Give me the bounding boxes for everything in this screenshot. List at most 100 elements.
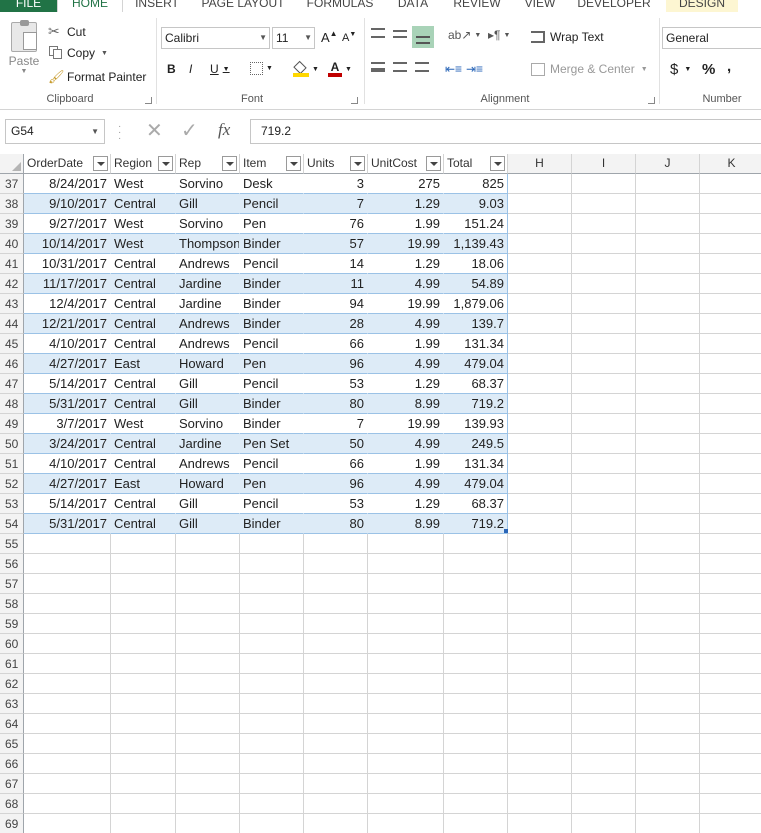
table-cell[interactable]: Central [111, 374, 176, 394]
table-cell[interactable]: Sorvino [176, 174, 240, 194]
alignment-launcher-icon[interactable] [648, 97, 655, 104]
decrease-indent-button[interactable]: ⇤≡ [445, 62, 462, 76]
table-cell[interactable]: 10/14/2017 [24, 234, 111, 254]
table-cell[interactable]: 9.03 [444, 194, 508, 214]
cut-button[interactable]: ✂ Cut [48, 23, 86, 40]
empty-cell[interactable] [176, 754, 240, 774]
tab-insert[interactable]: INSERT [130, 0, 184, 12]
empty-cell[interactable] [636, 274, 700, 294]
empty-cell[interactable] [572, 794, 636, 814]
table-cell[interactable]: 139.7 [444, 314, 508, 334]
column-header[interactable]: H [508, 154, 572, 174]
table-cell[interactable]: 8.99 [368, 394, 444, 414]
row-header[interactable]: 64 [0, 714, 24, 734]
table-cell[interactable]: 68.37 [444, 494, 508, 514]
row-header[interactable]: 63 [0, 694, 24, 714]
row-header[interactable]: 60 [0, 634, 24, 654]
empty-cell[interactable] [636, 214, 700, 234]
empty-cell[interactable] [700, 754, 761, 774]
empty-cell[interactable] [176, 794, 240, 814]
empty-cell[interactable] [508, 334, 572, 354]
row-header[interactable]: 50 [0, 434, 24, 454]
table-cell[interactable]: 4.99 [368, 474, 444, 494]
table-cell[interactable]: 8/24/2017 [24, 174, 111, 194]
row-header[interactable]: 65 [0, 734, 24, 754]
empty-cell[interactable] [700, 234, 761, 254]
empty-cell[interactable] [24, 534, 111, 554]
empty-cell[interactable] [368, 534, 444, 554]
empty-cell[interactable] [636, 374, 700, 394]
table-cell[interactable]: 7 [304, 194, 368, 214]
empty-cell[interactable] [700, 294, 761, 314]
empty-cell[interactable] [700, 214, 761, 234]
table-cell[interactable]: Andrews [176, 254, 240, 274]
empty-cell[interactable] [304, 794, 368, 814]
empty-cell[interactable] [444, 614, 508, 634]
empty-cell[interactable] [636, 794, 700, 814]
empty-cell[interactable] [572, 714, 636, 734]
table-cell[interactable]: Central [111, 314, 176, 334]
empty-cell[interactable] [636, 294, 700, 314]
table-cell[interactable]: 18.06 [444, 254, 508, 274]
table-cell[interactable]: 96 [304, 474, 368, 494]
table-cell[interactable]: 94 [304, 294, 368, 314]
empty-cell[interactable] [444, 714, 508, 734]
tab-page-layout[interactable]: PAGE LAYOUT [197, 0, 289, 12]
table-cell[interactable]: West [111, 234, 176, 254]
empty-cell[interactable] [111, 634, 176, 654]
empty-cell[interactable] [636, 754, 700, 774]
font-color-button[interactable]: A ▼ [328, 61, 352, 77]
table-cell[interactable]: 8.99 [368, 514, 444, 534]
empty-cell[interactable] [368, 614, 444, 634]
empty-cell[interactable] [700, 174, 761, 194]
empty-cell[interactable] [572, 274, 636, 294]
empty-cell[interactable] [700, 414, 761, 434]
empty-cell[interactable] [444, 674, 508, 694]
table-cell[interactable]: Sorvino [176, 214, 240, 234]
bottom-align-button[interactable] [412, 26, 434, 48]
table-cell[interactable]: East [111, 474, 176, 494]
empty-cell[interactable] [508, 354, 572, 374]
empty-cell[interactable] [636, 634, 700, 654]
table-cell[interactable]: Binder [240, 274, 304, 294]
empty-cell[interactable] [508, 754, 572, 774]
empty-cell[interactable] [572, 434, 636, 454]
table-cell[interactable]: Pen [240, 354, 304, 374]
align-right-button[interactable] [415, 62, 429, 72]
empty-cell[interactable] [111, 734, 176, 754]
table-cell[interactable]: 5/14/2017 [24, 374, 111, 394]
table-cell[interactable]: Gill [176, 374, 240, 394]
empty-cell[interactable] [700, 374, 761, 394]
row-header[interactable]: 45 [0, 334, 24, 354]
empty-cell[interactable] [508, 774, 572, 794]
empty-cell[interactable] [700, 494, 761, 514]
empty-cell[interactable] [176, 614, 240, 634]
empty-cell[interactable] [572, 314, 636, 334]
empty-cell[interactable] [572, 774, 636, 794]
empty-cell[interactable] [508, 614, 572, 634]
table-cell[interactable]: Pen Set [240, 434, 304, 454]
row-header[interactable]: 42 [0, 274, 24, 294]
empty-cell[interactable] [111, 574, 176, 594]
empty-cell[interactable] [176, 634, 240, 654]
empty-cell[interactable] [700, 254, 761, 274]
filter-dropdown-icon[interactable] [222, 156, 237, 171]
empty-cell[interactable] [572, 194, 636, 214]
empty-cell[interactable] [572, 354, 636, 374]
empty-cell[interactable] [111, 694, 176, 714]
empty-cell[interactable] [508, 194, 572, 214]
empty-cell[interactable] [572, 174, 636, 194]
empty-cell[interactable] [111, 554, 176, 574]
empty-cell[interactable] [636, 694, 700, 714]
empty-cell[interactable] [444, 814, 508, 833]
table-cell[interactable]: Jardine [176, 274, 240, 294]
empty-cell[interactable] [111, 534, 176, 554]
empty-cell[interactable] [700, 714, 761, 734]
empty-cell[interactable] [508, 634, 572, 654]
empty-cell[interactable] [700, 314, 761, 334]
empty-cell[interactable] [508, 514, 572, 534]
table-cell[interactable]: Central [111, 514, 176, 534]
table-cell[interactable]: 1,139.43 [444, 234, 508, 254]
table-cell[interactable]: 11/17/2017 [24, 274, 111, 294]
cancel-icon[interactable]: ✕ [146, 118, 163, 143]
